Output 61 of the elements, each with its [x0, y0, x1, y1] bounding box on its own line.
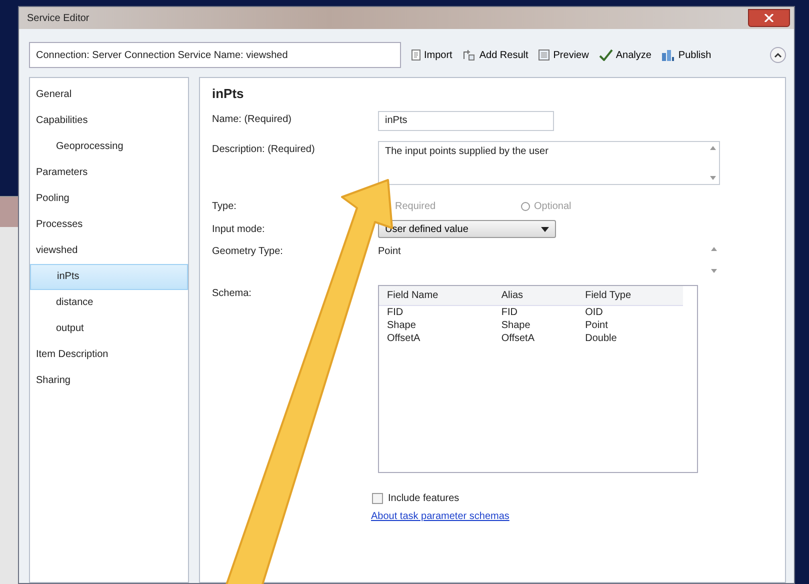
sidebar-item[interactable]: inPts: [30, 264, 188, 290]
column-header: Field Name: [379, 286, 494, 306]
analyze-button[interactable]: Analyze: [594, 46, 656, 64]
sidebar-item[interactable]: General: [30, 82, 188, 108]
table-cell: FID: [493, 306, 578, 319]
sidebar-item[interactable]: viewshed: [30, 238, 188, 264]
grid-icon: [538, 49, 550, 61]
table-cell: OID: [577, 306, 683, 319]
help-link[interactable]: About task parameter schemas: [371, 511, 510, 522]
add-button[interactable]: Add Result: [458, 46, 532, 64]
table-cell-text: Point: [584, 319, 609, 332]
table-cell-text: OffsetA: [500, 332, 536, 345]
caret-icon: [774, 52, 782, 58]
table-cell-text: Shape: [500, 319, 532, 332]
table-cell-text: Double: [584, 332, 618, 345]
sidebar-item[interactable]: Pooling: [30, 186, 188, 212]
parameter-title: inPts: [212, 86, 245, 101]
connection-field: Connection: Server Connection Service Name: viewshed: [29, 42, 401, 68]
window-title: Service Editor: [27, 12, 90, 24]
table-cell: FID: [379, 306, 494, 319]
table-cell-text: OffsetA: [386, 332, 422, 345]
field-label: Type:: [212, 200, 238, 212]
column-header: Alias: [493, 286, 578, 306]
caret-icon: [541, 226, 549, 232]
sidebar-item[interactable]: Parameters: [30, 160, 188, 186]
sidebar-item[interactable]: Capabilities: [30, 108, 188, 134]
sidebar-item[interactable]: output: [30, 316, 188, 342]
bar-icon: [661, 48, 676, 62]
geometry-type-value: Point: [378, 245, 401, 257]
name-field[interactable]: inPts: [378, 111, 554, 131]
sidebar-item[interactable]: distance: [30, 290, 188, 316]
import-button[interactable]: Import: [407, 46, 456, 64]
checkbox-label: Include features: [388, 492, 460, 504]
scroll-down-icon[interactable]: [711, 269, 717, 273]
field-label: Schema:: [212, 287, 252, 299]
field-label: Name: (Required): [212, 113, 292, 125]
sidebar-item[interactable]: Item Description: [30, 342, 188, 368]
close-icon: [764, 14, 774, 22]
sidebar-item[interactable]: Processes: [30, 212, 188, 238]
sidebar-item[interactable]: Sharing: [30, 368, 188, 394]
option-label: Optional: [534, 200, 572, 212]
column-header: Field Type: [577, 286, 683, 306]
scroll-up-icon[interactable]: [711, 247, 717, 251]
field-label: Input mode:: [212, 224, 266, 234]
sidebar-item[interactable]: Geoprocessing: [30, 134, 188, 160]
collapse-button[interactable]: [770, 47, 786, 63]
checkmark-icon: [598, 49, 613, 61]
radio-button[interactable]: [521, 202, 530, 210]
preview-button[interactable]: Preview: [534, 46, 593, 64]
table-cell-text: Shape: [386, 319, 417, 332]
option-label: Required: [395, 200, 436, 212]
publish-button[interactable]: Publish: [657, 46, 716, 64]
close-button[interactable]: [748, 9, 790, 27]
add-result-icon: [462, 49, 476, 61]
include-features-checkbox[interactable]: [372, 492, 383, 504]
field-label: Geometry Type:: [212, 245, 284, 257]
scroll-down-icon[interactable]: [710, 176, 716, 180]
scroll-up-icon[interactable]: [710, 146, 716, 150]
field-label: Description: (Required): [212, 143, 316, 155]
document-icon: [411, 49, 421, 61]
description-field[interactable]: The input points supplied by the user: [378, 141, 720, 185]
